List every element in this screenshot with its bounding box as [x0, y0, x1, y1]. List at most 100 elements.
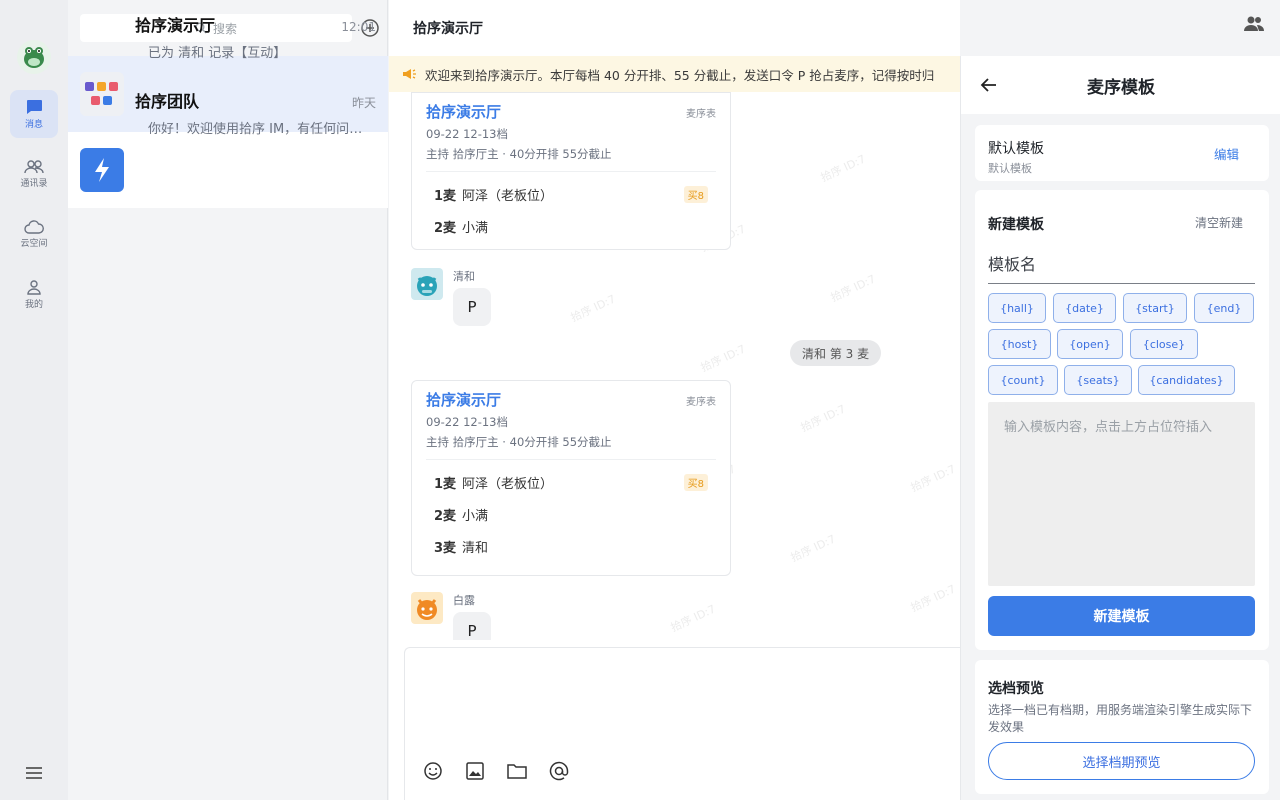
group-avatar-icon — [85, 82, 118, 105]
conversation-item[interactable]: 拾序团队 昨天 你好！欢迎使用拾序 IM，有任何问题可... — [68, 92, 388, 208]
nav-messages[interactable]: 消息 — [10, 90, 58, 138]
conversation-name: 拾序团队 — [135, 92, 200, 111]
watermark: 拾序 ID:7 — [568, 292, 618, 325]
user-avatar[interactable] — [411, 592, 443, 624]
card-host: 主持 拾序厅主 · 40分开排 55分截止 — [426, 147, 612, 161]
devil-avatar-icon — [417, 599, 437, 620]
user-avatar[interactable] — [411, 268, 443, 300]
nav-contacts[interactable]: 通讯录 — [10, 150, 58, 198]
chat-area: 拾序演示厅 欢迎来到拾序演示厅。本厅每档 40 分开排、55 分截止，发送口令 … — [389, 0, 960, 800]
seat-number: 1麦 — [434, 476, 457, 492]
seat-name: 阿泽（老板位） — [462, 476, 554, 492]
select-schedule-preview-button[interactable]: 选择档期预览 — [988, 742, 1255, 780]
watermark: 拾序 ID:7 — [788, 532, 838, 565]
preview-heading: 选档预览 — [988, 681, 1044, 697]
seat-number: 2麦 — [434, 220, 457, 236]
watermark: 拾序 ID:7 — [698, 342, 748, 375]
members-icon[interactable] — [1243, 14, 1265, 34]
card-date: 09-22 12-13档 — [426, 415, 508, 429]
back-arrow-icon[interactable] — [979, 75, 999, 95]
placeholder-chip[interactable]: {end} — [1194, 293, 1254, 323]
seat-badge: 买8 — [683, 185, 708, 203]
seat-badge: 买8 — [683, 473, 708, 491]
conversation-list: 搜索 拾序演示厅 12:01 已为 清和 记录【互动】 拾序团队 昨天 你好！欢… — [68, 0, 388, 800]
placeholder-chip[interactable]: {open} — [1057, 329, 1123, 359]
app-logo[interactable] — [17, 40, 51, 74]
watermark: 拾序 ID:7 — [798, 402, 848, 435]
placeholder-chip[interactable]: {candidates} — [1138, 365, 1235, 395]
cloud-icon — [24, 219, 44, 234]
template-content-input[interactable] — [988, 402, 1255, 586]
sender-name: 白露 — [453, 594, 475, 607]
seat-list-card[interactable]: 拾序演示厅 麦序表 09-22 12-13档 主持 拾序厅主 · 40分开排 5… — [411, 380, 731, 576]
panel-header: 麦序模板 — [961, 56, 1280, 114]
seat-row: 1麦 阿泽（老板位） 买8 — [426, 178, 716, 210]
placeholder-chip[interactable]: {close} — [1130, 329, 1198, 359]
nav-label: 云空间 — [20, 238, 48, 249]
seat-name: 阿泽（老板位） — [462, 188, 554, 204]
placeholder-chip[interactable]: {hall} — [988, 293, 1046, 323]
clear-new-button[interactable]: 清空新建 — [1195, 214, 1243, 231]
seat-name: 小满 — [462, 508, 489, 524]
panel-title: 麦序模板 — [1087, 77, 1155, 98]
seat-row: 2麦 小满 — [426, 210, 716, 242]
cat-avatar-icon — [417, 276, 437, 296]
nav-rail: 消息 通讯录 云空间 我的 — [0, 0, 68, 800]
divider — [426, 459, 716, 460]
template-panel: 麦序模板 默认模板 默认模板 编辑 新建模板 清空新建 {hall} {date… — [960, 56, 1280, 800]
megaphone-icon — [401, 67, 417, 81]
hamburger-menu-icon[interactable] — [22, 762, 46, 784]
contacts-icon — [24, 159, 44, 173]
nav-cloud[interactable]: 云空间 — [10, 210, 58, 258]
message-bubble[interactable]: P — [453, 612, 491, 640]
nav-profile[interactable]: 我的 — [10, 270, 58, 318]
card-title: 拾序演示厅 — [426, 103, 502, 121]
seat-row: 2麦 小满 — [426, 498, 716, 530]
person-icon — [27, 279, 41, 295]
message-item: 清和 P — [411, 268, 491, 326]
mention-icon[interactable] — [548, 760, 570, 782]
watermark: 拾序 ID:7 — [908, 462, 958, 495]
conversation-name: 拾序演示厅 — [135, 16, 216, 35]
message-clip: 白露 P — [389, 590, 960, 640]
folder-icon[interactable] — [506, 760, 528, 782]
lightning-icon — [95, 158, 109, 182]
system-notice-pill: 清和 第 3 麦 — [790, 340, 882, 366]
placeholder-chip[interactable]: {date} — [1053, 293, 1116, 323]
message-bubble[interactable]: P — [453, 288, 491, 326]
new-template-card: 新建模板 清空新建 {hall} {date} {start} {end} {h… — [975, 190, 1269, 650]
group-avatar — [80, 72, 124, 116]
conversation-preview: 你好！欢迎使用拾序 IM，有任何问题可... — [148, 122, 376, 137]
default-template-card: 默认模板 默认模板 编辑 — [975, 125, 1269, 181]
create-template-button[interactable]: 新建模板 — [988, 596, 1255, 636]
new-template-heading: 新建模板 — [988, 217, 1044, 233]
card-title: 拾序演示厅 — [426, 391, 502, 409]
template-name-input[interactable] — [988, 246, 1255, 284]
seat-list-card[interactable]: 拾序演示厅 麦序表 09-22 12-13档 主持 拾序厅主 · 40分开排 5… — [411, 92, 731, 250]
placeholder-chip[interactable]: {count} — [988, 365, 1058, 395]
seat-number: 1麦 — [434, 188, 457, 204]
team-avatar — [80, 148, 124, 192]
emoji-icon[interactable] — [422, 760, 444, 782]
watermark: 拾序 ID:7 — [818, 152, 868, 185]
message-composer[interactable] — [404, 647, 960, 800]
placeholder-chip[interactable]: {start} — [1123, 293, 1187, 323]
placeholder-chip[interactable]: {seats} — [1064, 365, 1132, 395]
chat-bubble-icon — [27, 99, 42, 114]
edit-template-button[interactable]: 编辑 — [1214, 144, 1239, 163]
image-icon[interactable] — [464, 760, 486, 782]
seat-name: 清和 — [462, 540, 489, 556]
message-item: 白露 P — [411, 592, 491, 640]
chat-title: 拾序演示厅 — [413, 21, 483, 37]
nav-label: 我的 — [24, 299, 43, 310]
announcement-bar[interactable]: 欢迎来到拾序演示厅。本厅每档 40 分开排、55 分截止，发送口令 P 抢占麦序… — [389, 56, 960, 92]
card-host: 主持 拾序厅主 · 40分开排 55分截止 — [426, 435, 612, 449]
watermark: 拾序 ID:7 — [828, 272, 878, 305]
announcement-text: 欢迎来到拾序演示厅。本厅每档 40 分开排、55 分截止，发送口令 P 抢占麦序… — [425, 67, 935, 83]
seat-name: 小满 — [462, 220, 489, 236]
placeholder-chip[interactable]: {host} — [988, 329, 1051, 359]
divider — [426, 171, 716, 172]
frog-logo-icon — [24, 47, 44, 68]
nav-label: 消息 — [24, 119, 43, 130]
card-tag: 麦序表 — [686, 109, 716, 120]
